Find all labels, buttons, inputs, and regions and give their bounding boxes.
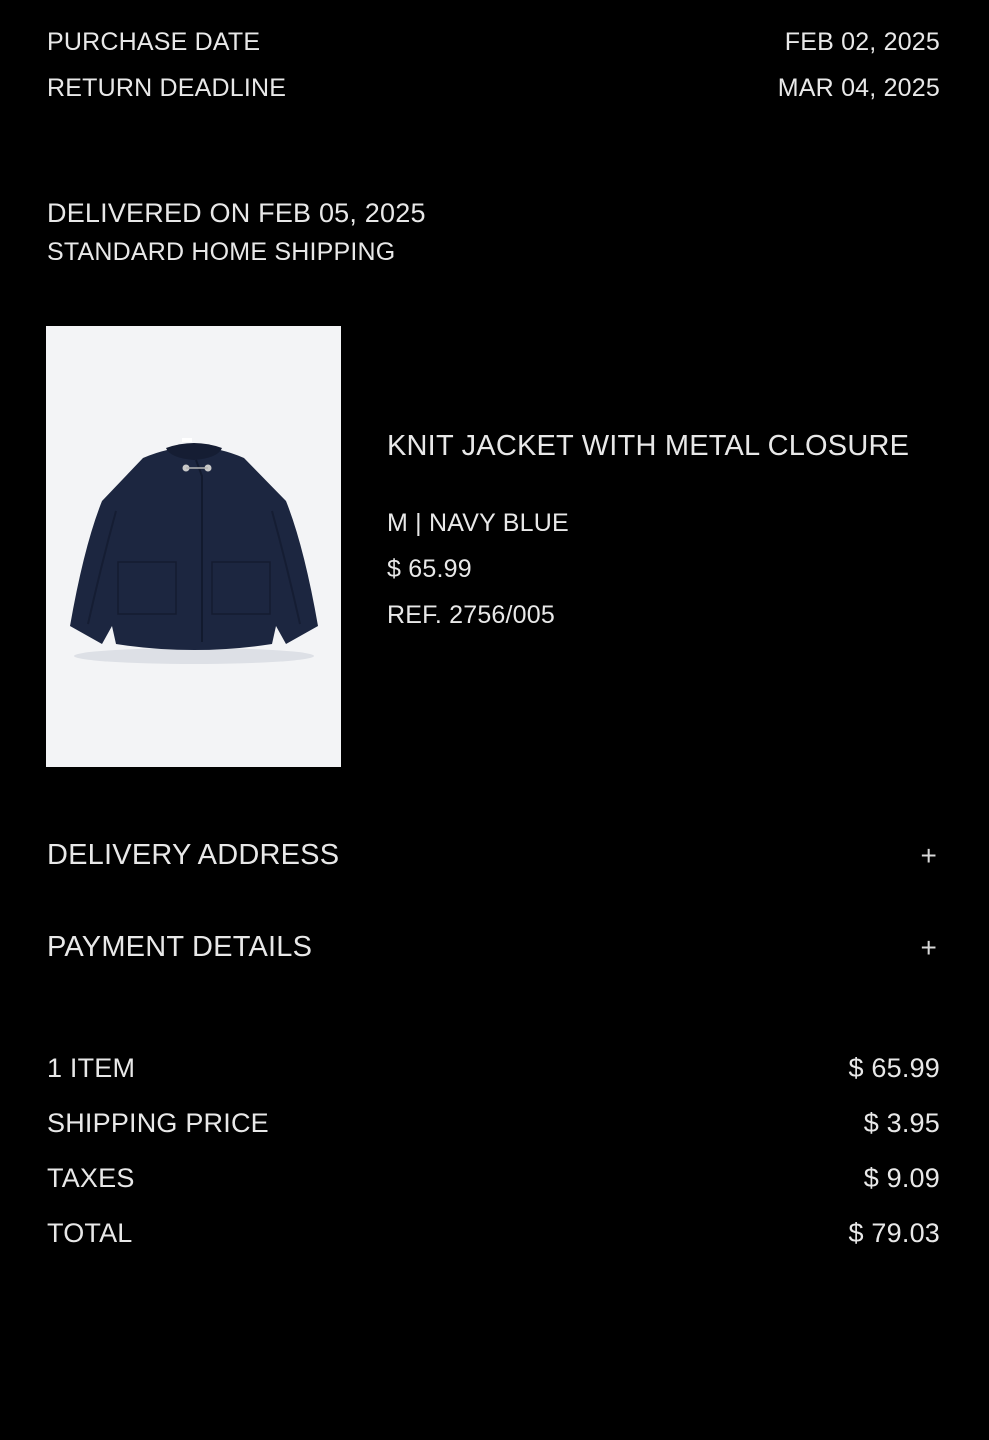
product-variant: M | NAVY BLUE [387, 509, 569, 537]
return-deadline-value: MAR 04, 2025 [777, 74, 940, 102]
items-value: $ 65.99 [848, 1053, 940, 1083]
shipping-price-label: SHIPPING PRICE [47, 1108, 269, 1138]
payment-details-toggle[interactable]: PAYMENT DETAILS + [47, 931, 937, 964]
delivery-status: DELIVERED ON FEB 05, 2025 [47, 198, 426, 228]
summary-total-row: TOTAL $ 79.03 [47, 1218, 940, 1249]
plus-icon[interactable]: + [920, 841, 937, 870]
purchase-date-label: PURCHASE DATE [47, 28, 261, 56]
return-deadline-row: RETURN DEADLINE MAR 04, 2025 [47, 74, 940, 103]
product-image[interactable] [46, 326, 341, 767]
purchase-date-row: PURCHASE DATE FEB 02, 2025 [47, 28, 940, 57]
items-label: 1 ITEM [47, 1053, 136, 1083]
product-ref: REF. 2756/005 [387, 601, 555, 629]
payment-details-label: PAYMENT DETAILS [47, 931, 313, 963]
return-deadline-label: RETURN DEADLINE [47, 74, 287, 102]
summary-taxes-row: TAXES $ 9.09 [47, 1163, 940, 1194]
navy-knit-jacket-icon [70, 438, 318, 664]
summary-items-row: 1 ITEM $ 65.99 [47, 1053, 940, 1084]
shipping-price-value: $ 3.95 [863, 1108, 940, 1138]
purchase-date-value: FEB 02, 2025 [784, 28, 940, 56]
summary-shipping-row: SHIPPING PRICE $ 3.95 [47, 1108, 940, 1139]
delivery-address-label: DELIVERY ADDRESS [47, 839, 340, 871]
product-price: $ 65.99 [387, 555, 472, 583]
shipping-method: STANDARD HOME SHIPPING [47, 238, 396, 266]
delivery-address-toggle[interactable]: DELIVERY ADDRESS + [47, 839, 937, 872]
total-label: TOTAL [47, 1218, 133, 1248]
total-value: $ 79.03 [848, 1218, 940, 1248]
taxes-value: $ 9.09 [863, 1163, 940, 1193]
product-name[interactable]: KNIT JACKET WITH METAL CLOSURE [387, 430, 909, 463]
taxes-label: TAXES [47, 1163, 135, 1193]
plus-icon[interactable]: + [920, 933, 937, 962]
